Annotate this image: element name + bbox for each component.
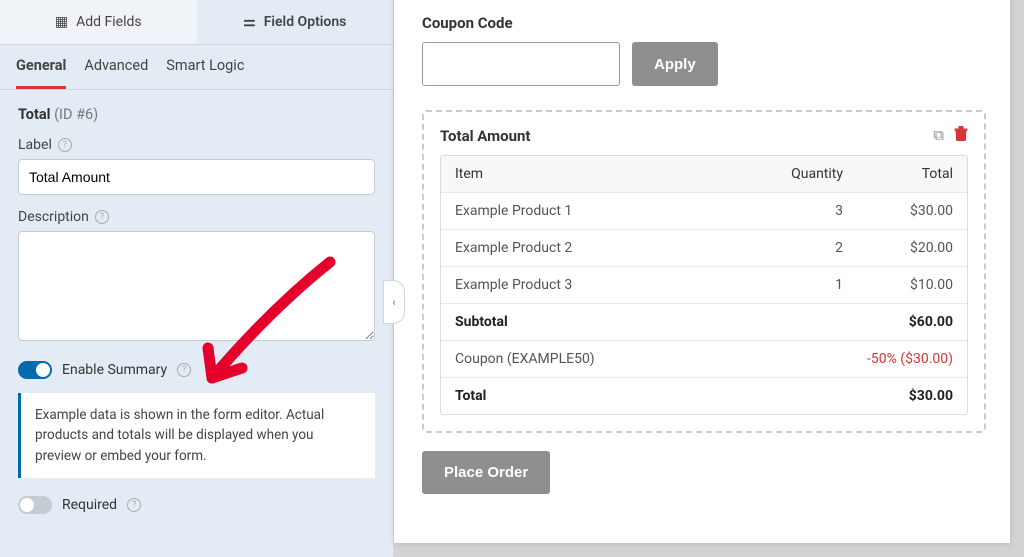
help-icon[interactable]: ? bbox=[177, 363, 191, 377]
coupon-label: Coupon Code bbox=[422, 14, 986, 32]
sidebar: ▦ Add Fields ⚌ Field Options General Adv… bbox=[0, 0, 394, 557]
table-row: Example Product 1 3 $30.00 bbox=[441, 193, 967, 230]
header-item: Item bbox=[455, 166, 753, 182]
info-box: Example data is shown in the form editor… bbox=[18, 393, 375, 478]
tab-add-fields-label: Add Fields bbox=[76, 14, 142, 30]
copy-icon[interactable]: ⧉ bbox=[933, 126, 944, 145]
place-order-button[interactable]: Place Order bbox=[422, 451, 550, 494]
help-icon[interactable]: ? bbox=[127, 498, 141, 512]
header-qty: Quantity bbox=[753, 166, 843, 182]
trash-icon[interactable] bbox=[954, 126, 968, 145]
description-label: Description ? bbox=[18, 209, 375, 225]
tab-add-fields[interactable]: ▦ Add Fields bbox=[0, 0, 197, 44]
required-row: Required ? bbox=[18, 496, 375, 514]
total-amount-box[interactable]: Total Amount ⧉ Item Quantity Total Examp… bbox=[422, 110, 986, 433]
total-row: Total $30.00 bbox=[441, 378, 967, 414]
required-toggle[interactable] bbox=[18, 496, 52, 514]
enable-summary-row: Enable Summary ? bbox=[18, 361, 375, 379]
coupon-discount-row: Coupon (EXAMPLE50) -50% ($30.00) bbox=[441, 341, 967, 378]
total-actions: ⧉ bbox=[933, 126, 968, 145]
subtotal-row: Subtotal $60.00 bbox=[441, 304, 967, 341]
enable-summary-label: Enable Summary bbox=[62, 362, 167, 378]
tab-field-options-label: Field Options bbox=[264, 14, 347, 30]
table-row: Example Product 2 2 $20.00 bbox=[441, 230, 967, 267]
options-panel: Total (ID #6) Label ? Description ? Enab… bbox=[0, 90, 393, 544]
fields-icon: ▦ bbox=[55, 14, 68, 30]
top-tabs: ▦ Add Fields ⚌ Field Options bbox=[0, 0, 393, 45]
field-title: Total (ID #6) bbox=[18, 106, 375, 123]
coupon-row: Apply bbox=[422, 42, 986, 86]
total-header: Total Amount ⧉ bbox=[440, 126, 968, 145]
label-input[interactable] bbox=[18, 159, 375, 195]
description-input[interactable] bbox=[18, 231, 375, 341]
table-row: Example Product 3 1 $10.00 bbox=[441, 267, 967, 304]
form-preview: ‹ Coupon Code Apply Total Amount ⧉ Item … bbox=[394, 0, 1010, 543]
help-icon[interactable]: ? bbox=[95, 210, 109, 224]
coupon-input[interactable] bbox=[422, 42, 620, 86]
tab-advanced[interactable]: Advanced bbox=[84, 45, 148, 89]
help-icon[interactable]: ? bbox=[58, 138, 72, 152]
sub-tabs: General Advanced Smart Logic bbox=[0, 45, 393, 90]
tab-field-options[interactable]: ⚌ Field Options bbox=[197, 0, 394, 44]
tab-smart-logic[interactable]: Smart Logic bbox=[166, 45, 244, 89]
summary-table: Item Quantity Total Example Product 1 3 … bbox=[440, 155, 968, 415]
tab-general[interactable]: General bbox=[16, 45, 66, 89]
sliders-icon: ⚌ bbox=[243, 14, 256, 30]
collapse-handle[interactable]: ‹ bbox=[383, 280, 405, 324]
header-total: Total bbox=[843, 166, 953, 182]
required-label: Required bbox=[62, 497, 117, 513]
apply-button[interactable]: Apply bbox=[632, 42, 718, 86]
label-label: Label ? bbox=[18, 137, 375, 153]
total-title: Total Amount bbox=[440, 127, 530, 145]
enable-summary-toggle[interactable] bbox=[18, 361, 52, 379]
table-header: Item Quantity Total bbox=[441, 156, 967, 193]
